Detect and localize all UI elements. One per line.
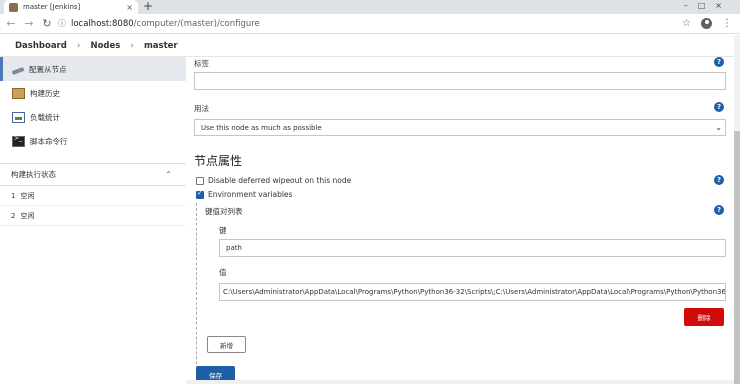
terminal-icon xyxy=(12,135,25,147)
monitor-chart-icon xyxy=(12,111,25,123)
executor-number: 2 xyxy=(11,211,16,220)
key-input[interactable]: path xyxy=(219,239,726,257)
usage-select[interactable]: Use this node as much as possible ⌄ xyxy=(194,119,726,136)
forward-arrow-icon[interactable]: → xyxy=(22,17,36,31)
key-field-label: 键 xyxy=(219,226,227,235)
back-arrow-icon[interactable]: ← xyxy=(4,17,18,31)
vertical-scrollbar[interactable] xyxy=(734,35,740,384)
executor-row: 2 空闲 xyxy=(0,206,186,226)
bookmark-star-icon[interactable]: ☆ xyxy=(682,18,691,29)
sidebar-item-label: 配置从节点 xyxy=(29,64,67,74)
tab-title: master [Jenkins] xyxy=(23,3,81,11)
environment-variables-label: Environment variables xyxy=(208,190,293,199)
disable-wipeout-label: Disable deferred wipeout on this node xyxy=(208,176,352,185)
wrench-screwdriver-icon xyxy=(11,66,25,75)
browser-toolbar: ← → ↻ ⓘ localhost:8080/computer/(master)… xyxy=(0,14,740,34)
breadcrumb-nodes[interactable]: Nodes xyxy=(90,41,120,51)
browser-menu-icon[interactable]: ⋮ xyxy=(722,18,732,29)
breadcrumb-dashboard[interactable]: Dashboard xyxy=(15,41,67,51)
sidebar-item-configure[interactable]: 配置从节点 xyxy=(0,57,186,81)
node-properties-title: 节点属性 xyxy=(194,154,243,168)
jenkins-favicon-icon xyxy=(9,2,18,12)
labels-input[interactable] xyxy=(194,72,726,90)
address-bar[interactable]: ⓘ localhost:8080/computer/(master)/confi… xyxy=(58,18,682,29)
sidebar-item-label: 负载统计 xyxy=(30,112,60,122)
info-icon[interactable]: ⓘ xyxy=(58,18,66,29)
url-path: /computer/(master)/configure xyxy=(133,18,260,29)
node-config-form: 标签 ? 用法 ? Use this node as much as possi… xyxy=(186,57,734,384)
chevron-down-icon: ⌄ xyxy=(715,123,722,132)
account-avatar-icon[interactable] xyxy=(701,18,712,29)
executor-status-header[interactable]: 构建执行状态 ⌃ xyxy=(0,164,186,186)
usage-field-label: 用法 xyxy=(194,104,209,113)
kv-list-label: 键值对列表 xyxy=(205,207,243,216)
url-host: localhost:8080 xyxy=(71,18,134,29)
value-field-label: 值 xyxy=(219,268,227,277)
breadcrumb-separator: › xyxy=(130,40,134,51)
collapse-chevron-icon[interactable]: ⌃ xyxy=(165,170,172,179)
nested-section-divider xyxy=(196,203,197,384)
delete-button[interactable]: 删除 xyxy=(684,308,724,326)
horizontal-scrollbar[interactable] xyxy=(186,380,734,384)
sidebar-item-label: 构建历史 xyxy=(30,88,60,98)
help-icon[interactable]: ? xyxy=(714,175,724,185)
browser-tab[interactable]: master [Jenkins] × xyxy=(4,0,138,14)
help-icon[interactable]: ? xyxy=(714,57,724,67)
new-tab-button[interactable]: + xyxy=(143,0,153,13)
notepad-icon xyxy=(12,87,25,99)
help-icon[interactable]: ? xyxy=(714,205,724,215)
value-input[interactable]: C:\Users\Administrator\AppData\Local\Pro… xyxy=(219,283,726,301)
sidebar: 配置从节点 构建历史 负载统计 脚本命令行 构建执行状态 ⌃ 1 空闲 2 空闲 xyxy=(0,57,186,384)
sidebar-item-load-statistics[interactable]: 负载统计 xyxy=(0,105,186,129)
executor-status-title: 构建执行状态 xyxy=(11,170,56,179)
help-icon[interactable]: ? xyxy=(714,102,724,112)
executor-status: 空闲 xyxy=(20,191,35,200)
add-button[interactable]: 新增 xyxy=(207,336,246,353)
browser-tab-strip: master [Jenkins] × + –□× xyxy=(0,0,740,14)
executor-status: 空闲 xyxy=(20,211,35,220)
sidebar-item-script-console[interactable]: 脚本命令行 xyxy=(0,129,186,153)
usage-select-value: Use this node as much as possible xyxy=(201,123,322,132)
environment-variables-checkbox[interactable] xyxy=(196,189,204,199)
window-controls[interactable]: –□× xyxy=(684,1,732,10)
breadcrumb: Dashboard › Nodes › master xyxy=(0,35,740,57)
breadcrumb-separator: › xyxy=(76,40,81,51)
tab-close-icon[interactable]: × xyxy=(126,3,133,12)
executor-status-panel: 构建执行状态 ⌃ 1 空闲 2 空闲 xyxy=(0,163,186,226)
sidebar-item-build-history[interactable]: 构建历史 xyxy=(0,81,186,105)
sidebar-item-label: 脚本命令行 xyxy=(30,136,68,146)
executor-row: 1 空闲 xyxy=(0,186,186,206)
disable-wipeout-checkbox[interactable] xyxy=(196,177,204,185)
breadcrumb-master[interactable]: master xyxy=(144,41,178,51)
reload-icon[interactable]: ↻ xyxy=(40,17,54,31)
executor-number: 1 xyxy=(11,191,16,200)
labels-field-label: 标签 xyxy=(194,59,209,68)
scrollbar-thumb[interactable] xyxy=(734,131,740,384)
